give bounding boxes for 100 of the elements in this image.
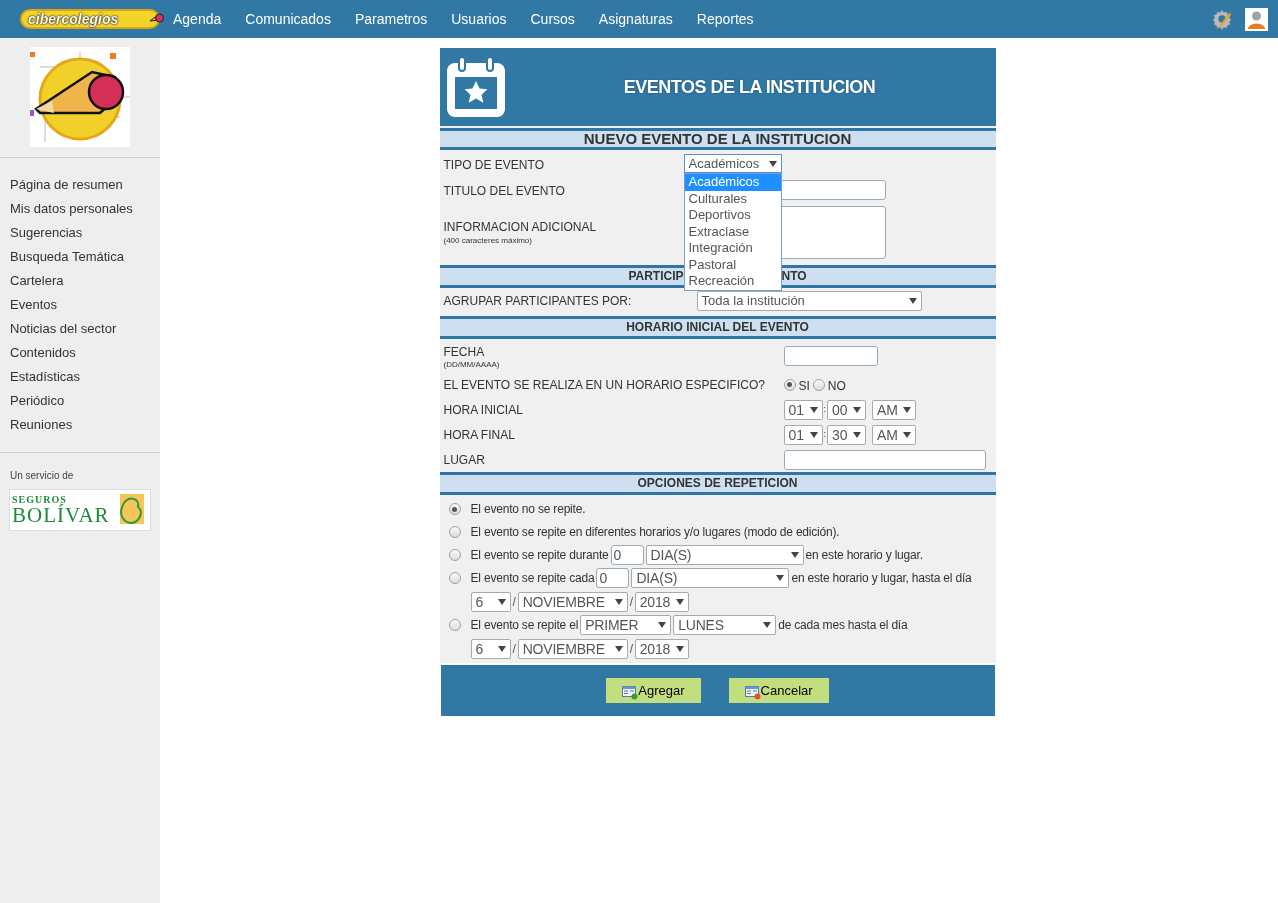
- sidebar-link[interactable]: Contenidos: [10, 344, 160, 362]
- nav-link[interactable]: Usuarios: [451, 8, 507, 30]
- place-field[interactable]: [783, 450, 986, 470]
- sidebar-link[interactable]: Eventos: [10, 296, 160, 314]
- radio-button[interactable]: [783, 378, 796, 391]
- ampm-dropdown[interactable]: AM: [872, 425, 916, 445]
- section-heading: PARTICIP: [627, 268, 684, 285]
- field-hint: (400 caracteres máximo): [443, 236, 533, 245]
- settings-icon[interactable]: [1211, 8, 1233, 30]
- dropdown[interactable]: 2018: [634, 639, 689, 659]
- sidebar-link[interactable]: Estadísticas: [10, 368, 160, 386]
- hour-dropdown[interactable]: 01: [783, 425, 823, 445]
- separator: :: [823, 428, 826, 442]
- sidebar-link[interactable]: Cartelera: [10, 272, 160, 290]
- field-label: AGRUPAR PARTICIPANTES POR:: [443, 293, 633, 310]
- dropdown[interactable]: NOVIEMBRE: [517, 639, 628, 659]
- dropdown-option[interactable]: Extraclase: [684, 223, 781, 240]
- nav-link[interactable]: Asignaturas: [598, 8, 673, 30]
- radio-button[interactable]: [448, 572, 461, 584]
- caret-icon: [675, 599, 684, 605]
- ampm-dropdown[interactable]: AM: [872, 400, 916, 420]
- dropdown-option[interactable]: Integración: [684, 240, 781, 257]
- radio-button[interactable]: [448, 526, 461, 538]
- sidebar-link[interactable]: Página de resumen: [10, 176, 160, 194]
- field-label: EL EVENTO SE REALIZA EN UN HORARIO ESPECIFICO?: [443, 376, 766, 394]
- sidebar-link[interactable]: Periódico: [10, 392, 160, 410]
- option-text: El evento se repite durante: [470, 547, 609, 564]
- nav-link[interactable]: Reportes: [696, 8, 754, 30]
- dropdown[interactable]: LUNES: [673, 615, 777, 635]
- nav-link[interactable]: Comunicados: [245, 8, 331, 30]
- field-label: HORA INICIAL: [443, 402, 524, 419]
- option-text: en este horario y lugar.: [805, 547, 923, 564]
- caret-icon: [776, 575, 785, 581]
- caret-icon: [614, 646, 623, 652]
- section-heading: NTO: [781, 268, 808, 285]
- nav-link[interactable]: Parametros: [354, 8, 428, 30]
- sidebar-link[interactable]: Reuniones: [10, 416, 160, 434]
- number-field[interactable]: 0: [610, 545, 644, 565]
- caret-icon: [497, 646, 506, 652]
- field-hint: (DD/MM/AAAA): [443, 361, 501, 369]
- caret-icon: [809, 432, 818, 438]
- dropdown-option[interactable]: Pastoral: [684, 256, 781, 273]
- field-label: FECHA: [443, 344, 486, 361]
- caret-icon: [768, 160, 777, 167]
- field-label: HORA FINAL: [443, 427, 516, 444]
- radio-button[interactable]: [448, 549, 461, 561]
- hour-dropdown[interactable]: 01: [783, 400, 823, 420]
- option-text: El evento se repite en diferentes horarios y/o lugares (modo de edición).: [470, 524, 840, 541]
- add-button[interactable]: Agregar: [606, 678, 701, 703]
- group-by-dropdown[interactable]: Toda la institución: [696, 291, 922, 311]
- sidebar-link[interactable]: Noticias del sector: [10, 320, 160, 338]
- user-avatar-icon[interactable]: [1245, 7, 1268, 31]
- radio-button[interactable]: [448, 503, 461, 515]
- cancel-button[interactable]: Cancelar: [728, 678, 829, 703]
- caret-icon: [903, 407, 911, 413]
- dropdown[interactable]: DIA(S): [645, 545, 804, 565]
- caret-icon: [790, 552, 799, 558]
- option-text: en este horario y lugar, hasta el día: [791, 570, 972, 587]
- option-text: El evento no se repite.: [470, 501, 586, 518]
- dropdown-option[interactable]: Deportivos: [684, 207, 781, 224]
- caret-icon: [853, 432, 861, 438]
- separator: /: [512, 641, 516, 658]
- caret-icon: [908, 298, 917, 304]
- date-field[interactable]: [783, 346, 878, 366]
- nav-link[interactable]: Agenda: [173, 8, 222, 30]
- minute-dropdown[interactable]: 30: [827, 425, 866, 445]
- nav-link[interactable]: Cursos: [530, 8, 575, 30]
- dropdown[interactable]: 6: [470, 639, 511, 659]
- radio-button[interactable]: [812, 378, 825, 391]
- sponsor-logo[interactable]: SEGUROS BOLÍVAR: [9, 489, 151, 531]
- dropdown-option[interactable]: Recreación: [684, 273, 781, 290]
- field-label: INFORMACION ADICIONAL: [443, 219, 598, 236]
- minute-dropdown[interactable]: 00: [827, 400, 866, 420]
- section-heading: OPCIONES DE REPETICION: [636, 475, 799, 492]
- caret-icon: [658, 622, 667, 628]
- dropdown[interactable]: DIA(S): [631, 568, 790, 588]
- caret-icon: [497, 599, 506, 605]
- field-label: TITULO DEL EVENTO: [443, 183, 566, 200]
- option-text: de cada mes hasta el día: [778, 617, 908, 634]
- separator: /: [629, 594, 633, 611]
- caret-icon: [853, 407, 861, 413]
- dropdown[interactable]: 6: [470, 592, 511, 612]
- form-add-icon: [622, 686, 639, 700]
- radio-label: SI: [798, 378, 810, 395]
- radio-button[interactable]: [448, 619, 461, 631]
- caret-icon: [675, 646, 684, 652]
- sidebar-link[interactable]: Sugerencias: [10, 224, 160, 242]
- dropdown-option[interactable]: Culturales: [684, 190, 781, 207]
- sidebar-link[interactable]: Busqueda Temática: [10, 248, 160, 266]
- pencil-icon: [150, 13, 164, 25]
- event-type-dropdown[interactable]: Académicos: [683, 154, 782, 173]
- caret-icon: [903, 432, 911, 438]
- dropdown[interactable]: 2018: [634, 592, 689, 612]
- sponsor-name: SEGUROS: [12, 494, 67, 505]
- dropdown[interactable]: PRIMER: [580, 615, 672, 635]
- number-field[interactable]: 0: [596, 568, 630, 588]
- sidebar-link[interactable]: Mis datos personales: [10, 200, 160, 218]
- field-label: LUGAR: [443, 452, 486, 469]
- form-remove-icon: [744, 686, 761, 700]
- dropdown[interactable]: NOVIEMBRE: [517, 592, 628, 612]
